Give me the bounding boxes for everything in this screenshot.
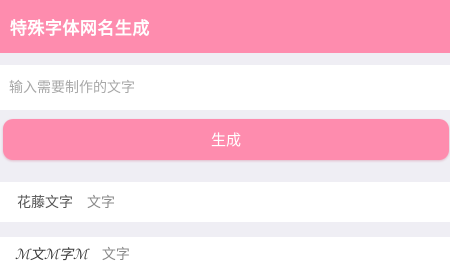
page-title: 特殊字体网名生成 [10,19,150,39]
preview-text: 文字 [87,195,115,211]
result-item-flower-vine[interactable]: 花藤文字 文字 [0,182,450,222]
generate-button-label: 生成 [210,131,241,149]
text-input-row [0,65,450,110]
app-header: 特殊字体网名生成 [0,0,450,53]
generate-button[interactable]: 生成 [3,119,449,160]
preview-text: 文字 [101,246,130,263]
style-name: ℳ文ℳ字ℳ [15,246,88,263]
text-input[interactable] [0,65,450,110]
style-name: 花藤文字 [17,195,73,211]
result-item-script[interactable]: ℳ文ℳ字ℳ 文字 [0,237,450,270]
